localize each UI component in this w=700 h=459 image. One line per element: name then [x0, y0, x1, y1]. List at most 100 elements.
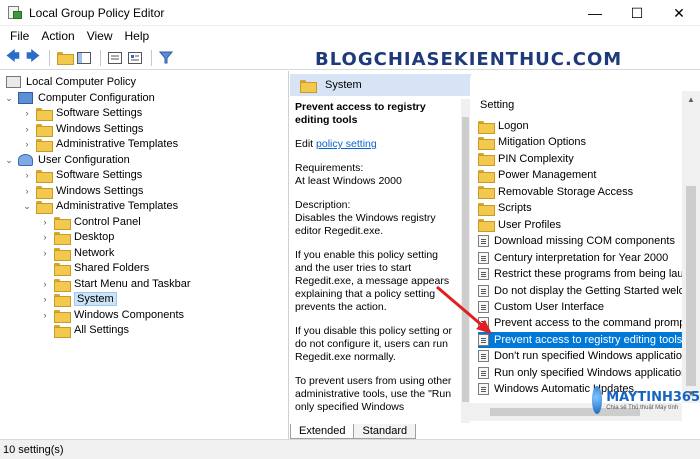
description-label: Description: [295, 199, 351, 211]
menu-view[interactable]: View [81, 29, 119, 43]
list-item[interactable]: Restrict these programs from being launc… [478, 266, 682, 282]
tree-node-label: Administrative Templates [56, 138, 179, 150]
properties-icon[interactable] [126, 49, 144, 67]
menu-help[interactable]: Help [119, 29, 156, 43]
tree-node-shared-folders[interactable]: Shared Folders [54, 260, 149, 276]
list-item-label: PIN Complexity [498, 152, 574, 165]
show-hide-tree-icon[interactable] [75, 49, 93, 67]
list-item[interactable]: Do not display the Getting Started welco… [478, 283, 682, 299]
edit-policy-setting-link[interactable]: policy setting [316, 138, 377, 150]
tree-node-label: Windows Components [74, 309, 185, 321]
tree-node-desktop[interactable]: › Desktop [40, 229, 114, 245]
console-tree: Local Computer Policy ⌄ Computer Configu… [0, 71, 289, 439]
list-item-label: Power Management [498, 169, 597, 182]
collapsed-chevron-icon[interactable]: › [22, 139, 32, 149]
list-item[interactable]: Logon [478, 118, 682, 134]
list-item[interactable]: Power Management [478, 167, 682, 183]
list-item-label: Mitigation Options [498, 136, 587, 149]
description-value: Disables the Windows registry editor Reg… [295, 212, 436, 237]
collapsed-chevron-icon[interactable]: › [22, 124, 32, 134]
collapsed-chevron-icon[interactable]: › [40, 248, 50, 258]
collapsed-chevron-icon[interactable]: › [40, 310, 50, 320]
tree-node-uc-software-settings[interactable]: › Software Settings [22, 167, 142, 183]
collapsed-chevron-icon[interactable]: › [22, 170, 32, 180]
list-item[interactable]: Scripts [478, 200, 682, 216]
expanded-chevron-icon[interactable]: ⌄ [22, 201, 32, 212]
close-button[interactable]: ✕ [658, 0, 700, 26]
tab-standard[interactable]: Standard [353, 424, 417, 439]
collapsed-chevron-icon[interactable]: › [22, 186, 32, 196]
toolbar-divider [49, 49, 50, 66]
title-bar: Local Group Policy Editor — ☐ ✕ [0, 0, 700, 26]
description-scrollbar[interactable] [461, 99, 470, 423]
tree-node-cc-windows-settings[interactable]: › Windows Settings [22, 121, 143, 137]
tree-node-label: Shared Folders [74, 262, 150, 274]
list-vertical-scrollbar[interactable]: ▲ ▼ [682, 91, 700, 403]
list-item[interactable]: Removable Storage Access [478, 184, 682, 200]
tab-extended[interactable]: Extended [290, 424, 355, 439]
collapsed-chevron-icon[interactable]: › [40, 294, 50, 304]
expanded-chevron-icon[interactable]: ⌄ [4, 155, 14, 166]
prevent-paragraph: To prevent users from using other admini… [295, 375, 452, 413]
list-item-label: Don't run specified Windows applications [494, 350, 682, 363]
menu-action[interactable]: Action [35, 29, 80, 43]
tree-node-control-panel[interactable]: › Control Panel [40, 214, 141, 230]
folder-icon [54, 278, 71, 292]
tree-node-label: Software Settings [56, 107, 143, 119]
list-item[interactable]: Don't run specified Windows applications [478, 348, 682, 364]
tree-node-start-menu-and-taskbar[interactable]: › Start Menu and Taskbar [40, 276, 191, 292]
collapsed-chevron-icon[interactable]: › [22, 108, 32, 118]
tree-node-user-configuration[interactable]: ⌄ User Configuration [4, 152, 130, 168]
folder-icon [478, 153, 495, 167]
collapsed-chevron-icon[interactable]: › [40, 279, 50, 289]
expanded-chevron-icon[interactable]: ⌄ [4, 93, 14, 104]
list-item-label: Do not display the Getting Started welco… [494, 284, 682, 297]
tree-node-uc-administrative-templates[interactable]: ⌄ Administrative Templates [22, 198, 178, 214]
forward-arrow-icon[interactable]: 🡆 [24, 48, 42, 67]
scroll-up-icon[interactable]: ▲ [686, 95, 696, 105]
user-icon [18, 154, 33, 166]
tree-node-local-computer-policy[interactable]: Local Computer Policy [6, 74, 136, 90]
maximize-button[interactable]: ☐ [616, 0, 658, 26]
tree-node-uc-windows-settings[interactable]: › Windows Settings [22, 183, 143, 199]
setting-column-header[interactable]: Setting [480, 99, 514, 111]
folder-icon [36, 169, 53, 183]
collapsed-chevron-icon[interactable]: › [40, 232, 50, 242]
folder-up-icon[interactable] [55, 49, 74, 67]
list-item[interactable]: PIN Complexity [478, 151, 682, 167]
tree-node-label: Computer Configuration [38, 92, 155, 104]
folder-icon [478, 169, 495, 183]
minimize-button[interactable]: — [574, 0, 616, 26]
tree-node-cc-administrative-templates[interactable]: › Administrative Templates [22, 136, 178, 152]
tree-node-all-settings[interactable]: All Settings [54, 322, 129, 338]
status-text: 10 setting(s) [3, 443, 64, 456]
menu-file[interactable]: File [4, 29, 35, 43]
filter-icon[interactable] [157, 49, 175, 67]
folder-icon [36, 185, 53, 199]
list-item[interactable]: Custom User Interface [478, 299, 682, 315]
tree-node-cc-software-settings[interactable]: › Software Settings [22, 105, 142, 121]
tree-node-label: All Settings [74, 324, 130, 336]
tree-node-computer-configuration[interactable]: ⌄ Computer Configuration [4, 90, 155, 106]
collapsed-chevron-icon[interactable]: › [40, 217, 50, 227]
tree-node-system[interactable]: › System [40, 291, 117, 307]
list-item[interactable]: Century interpretation for Year 2000 [478, 250, 682, 266]
list-item-selected[interactable]: Prevent access to registry editing tools [478, 331, 682, 348]
tree-node-label: Software Settings [56, 169, 143, 181]
policy-setting-icon [478, 317, 489, 330]
tree-node-network[interactable]: › Network [40, 245, 114, 261]
disable-paragraph: If you disable this policy setting or do… [295, 325, 452, 363]
tree-node-windows-components[interactable]: › Windows Components [40, 307, 184, 323]
window-title: Local Group Policy Editor [29, 5, 165, 20]
list-item[interactable]: User Profiles [478, 217, 682, 233]
back-arrow-icon[interactable]: 🡄 [4, 48, 22, 67]
folder-icon [478, 219, 495, 233]
tree-node-label: Windows Settings [56, 185, 144, 197]
policy-setting-icon [478, 284, 489, 297]
export-list-icon[interactable] [106, 49, 124, 67]
tree-node-label: Desktop [74, 231, 115, 243]
list-item[interactable]: Mitigation Options [478, 134, 682, 150]
list-item[interactable]: Download missing COM components [478, 233, 682, 249]
list-item[interactable]: Prevent access to the command prompt [478, 315, 682, 331]
policy-setting-icon [478, 383, 489, 396]
